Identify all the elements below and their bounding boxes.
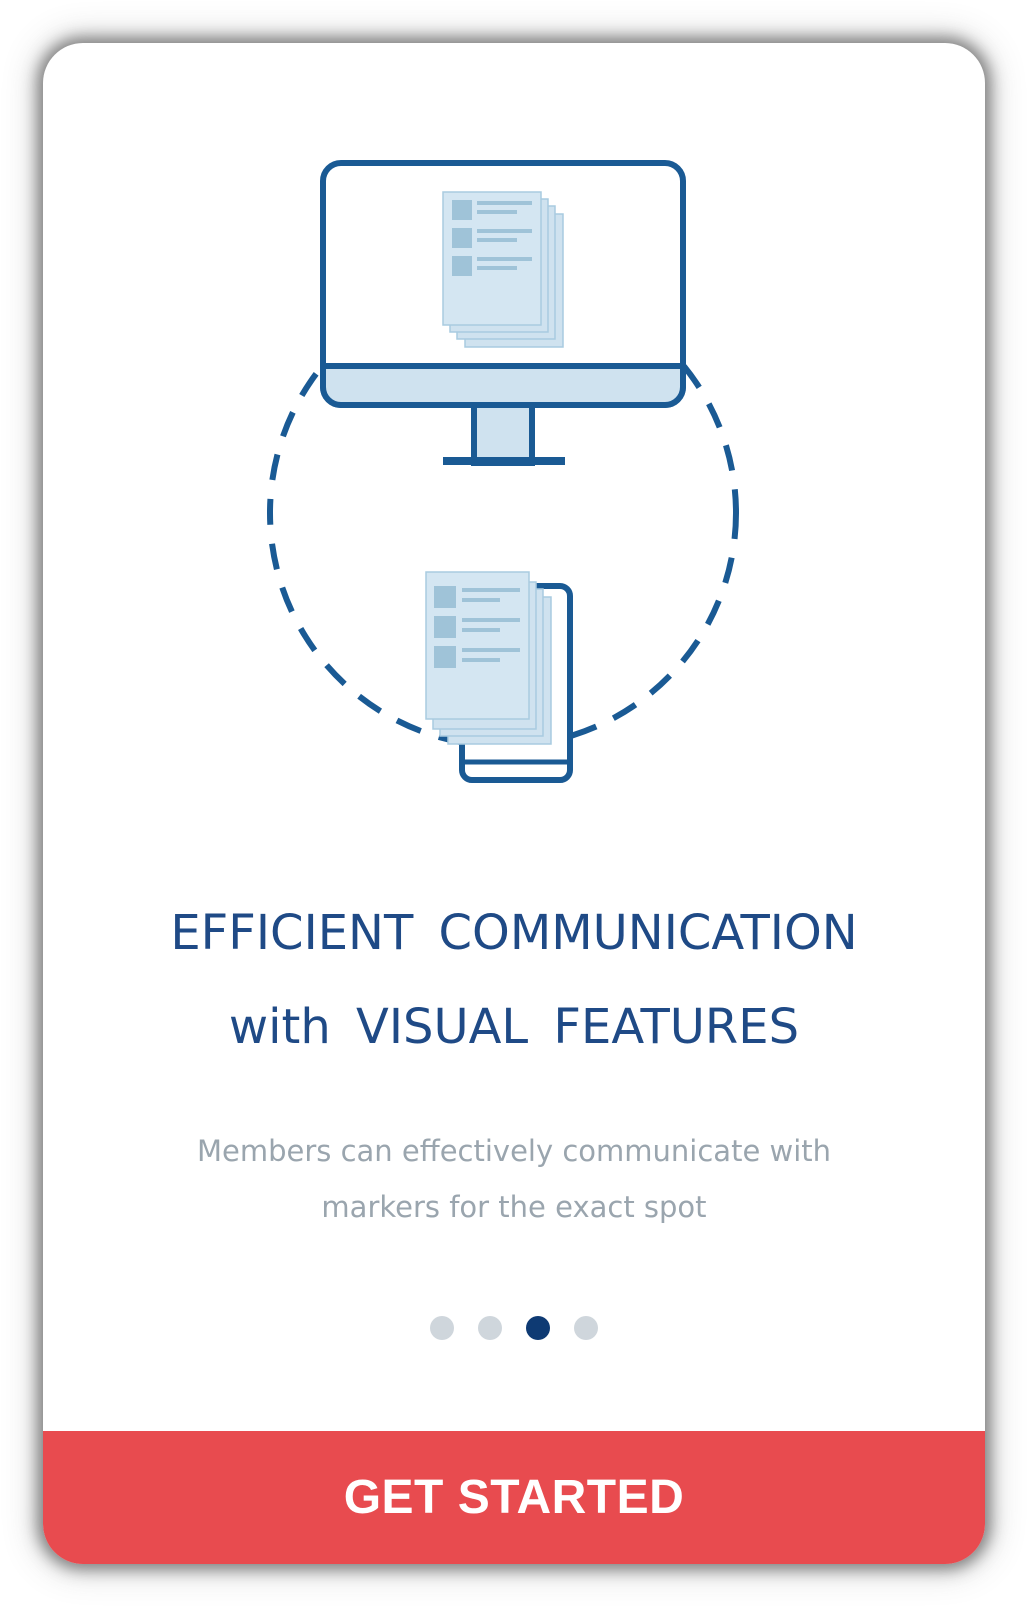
onboarding-card: EFFICIENT COMMUNICATION with VISUAL FEAT… [43, 43, 985, 1564]
pagination-dot-active[interactable] [526, 1316, 550, 1340]
pagination-dot[interactable] [478, 1316, 502, 1340]
pagination-dot[interactable] [574, 1316, 598, 1340]
onboarding-description-line-2: markers for the exact spot [321, 1190, 707, 1224]
document-stack-icon [425, 571, 552, 745]
onboarding-description-line-1: Members can effectively communicate with [196, 1134, 832, 1168]
get-started-button[interactable]: GET STARTED [43, 1431, 985, 1564]
onboarding-title-line-1: EFFICIENT COMMUNICATION [170, 905, 858, 961]
pagination-dot[interactable] [430, 1316, 454, 1340]
document-stack-icon [442, 191, 564, 348]
onboarding-title-line-2: with VISUAL FEATURES [228, 999, 800, 1055]
sync-illustration [267, 160, 739, 783]
pagination-dots [43, 1316, 985, 1340]
